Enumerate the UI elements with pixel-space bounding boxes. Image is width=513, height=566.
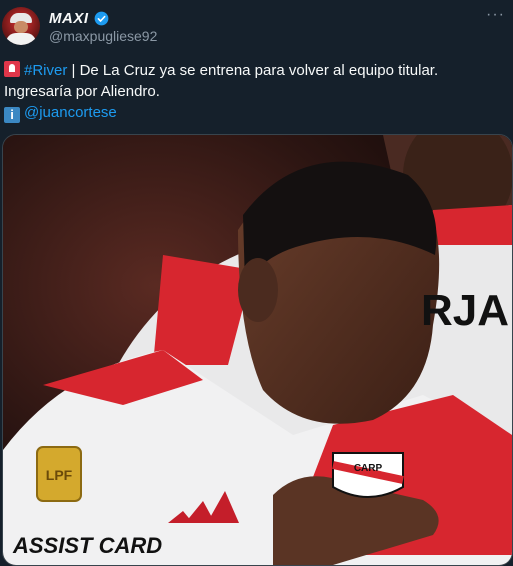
tweet-media-photo[interactable]: LPF CARP RJA ASSIST CARD bbox=[2, 134, 513, 566]
author-name-row: MAXI bbox=[49, 9, 109, 27]
mention-link[interactable]: @juancortese bbox=[24, 104, 117, 121]
hashtag-link[interactable]: #River bbox=[24, 62, 67, 79]
display-name[interactable]: MAXI bbox=[49, 10, 89, 27]
tweet-line-2: Ingresaría por Aliendro. bbox=[4, 83, 160, 100]
player-photo: LPF CARP RJA ASSIST CARD bbox=[3, 135, 512, 565]
more-options-icon[interactable]: ··· bbox=[486, 6, 505, 24]
sleeve-sponsor-text: ASSIST CARD bbox=[12, 533, 162, 558]
avatar-face bbox=[14, 21, 28, 33]
tweet-line-3: i @juancortese bbox=[4, 102, 509, 123]
jersey-back-text: RJA bbox=[421, 286, 509, 335]
avatar[interactable] bbox=[2, 7, 40, 45]
crest-text: CARP bbox=[354, 463, 383, 474]
tweet-text: #River | De La Cruz ya se entrena para v… bbox=[4, 60, 509, 123]
info-icon: i bbox=[4, 107, 20, 123]
user-handle[interactable]: @maxpugliese92 bbox=[49, 28, 157, 44]
tweet-text-main: | De La Cruz ya se entrena para volver a… bbox=[67, 62, 439, 79]
patch-text: LPF bbox=[46, 467, 73, 483]
verified-badge-icon bbox=[94, 11, 108, 25]
tweet-line-1: #River | De La Cruz ya se entrena para v… bbox=[4, 60, 509, 81]
siren-icon bbox=[4, 61, 20, 77]
avatar-shirt bbox=[6, 33, 36, 45]
